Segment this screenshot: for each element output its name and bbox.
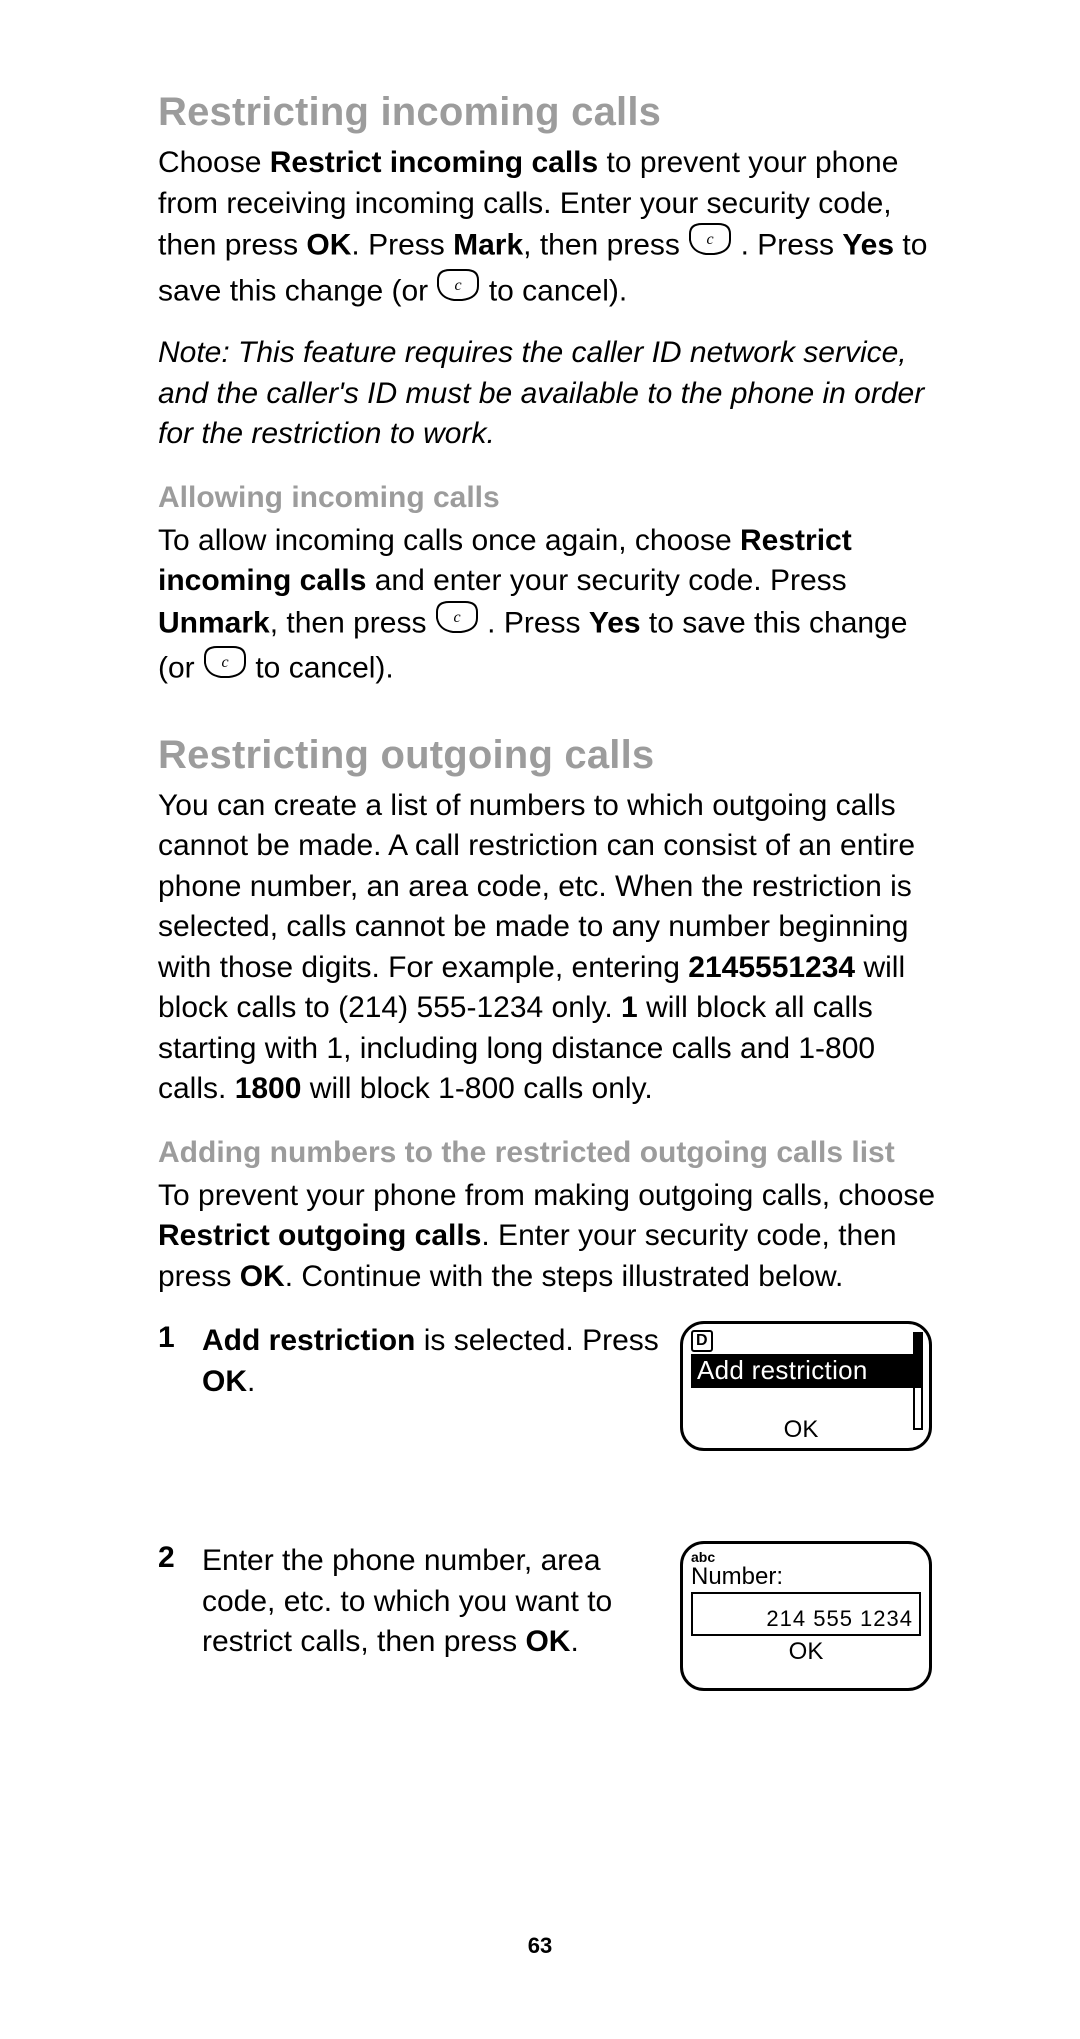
step-number: 2 <box>158 1541 202 1575</box>
phone-screen: abc Number: 214 555 1234 OK <box>680 1541 932 1691</box>
step-text: Add restriction is selected. Press OK. <box>202 1321 680 1402</box>
page-number: 63 <box>0 1933 1080 1959</box>
c-key-icon: c <box>203 645 247 691</box>
softkey-ok: OK <box>691 1638 921 1666</box>
text-mode-indicator-icon: abc <box>691 1550 921 1564</box>
svg-text:c: c <box>707 231 714 248</box>
subheading-adding-numbers: Adding numbers to the restricted outgoin… <box>158 1136 940 1170</box>
svg-text:c: c <box>455 277 462 294</box>
key-ok: OK <box>306 229 351 262</box>
step-1: 1 Add restriction is selected. Press OK.… <box>158 1321 940 1451</box>
key-unmark: Unmark <box>158 606 270 639</box>
key-yes: Yes <box>589 606 641 639</box>
para-outgoing-1: You can create a list of numbers to whic… <box>158 786 940 1110</box>
phone-screen: D Add restriction OK <box>680 1321 932 1451</box>
signal-indicator-icon: D <box>691 1330 713 1352</box>
para-incoming-1: Choose Restrict incoming calls to preven… <box>158 143 940 315</box>
input-value: 214 555 1234 <box>766 1606 913 1632</box>
c-key-icon: c <box>436 268 480 314</box>
step-number: 1 <box>158 1321 202 1355</box>
para-allowing: To allow incoming calls once again, choo… <box>158 521 940 693</box>
step-2: 2 Enter the phone number, area code, etc… <box>158 1541 940 1691</box>
subheading-allowing-incoming: Allowing incoming calls <box>158 481 940 515</box>
c-key-icon: c <box>688 222 732 268</box>
heading-restricting-incoming: Restricting incoming calls <box>158 90 940 135</box>
page: Restricting incoming calls Choose Restri… <box>0 0 1080 2039</box>
field-label-number: Number: <box>691 1564 921 1590</box>
key-ok: OK <box>240 1260 285 1293</box>
c-key-icon: c <box>435 600 479 646</box>
number-input: 214 555 1234 <box>691 1592 921 1636</box>
step-text: Enter the phone number, area code, etc. … <box>202 1541 680 1663</box>
heading-restricting-outgoing: Restricting outgoing calls <box>158 733 940 778</box>
note-caller-id: Note: This feature requires the caller I… <box>158 333 940 455</box>
figure-add-restriction: D Add restriction OK <box>680 1321 940 1451</box>
key-ok: OK <box>525 1625 570 1658</box>
key-mark: Mark <box>453 229 523 262</box>
svg-text:c: c <box>221 654 228 671</box>
scrollbar-thumb <box>915 1334 921 1368</box>
para-outgoing-2: To prevent your phone from making outgoi… <box>158 1176 940 1298</box>
softkey-ok: OK <box>683 1416 919 1444</box>
svg-text:c: c <box>453 609 460 626</box>
figure-number-entry: abc Number: 214 555 1234 OK <box>680 1541 940 1691</box>
term-restrict-incoming: Restrict incoming calls <box>270 146 598 179</box>
steps-list: 1 Add restriction is selected. Press OK.… <box>158 1321 940 1691</box>
key-ok: OK <box>202 1365 247 1398</box>
key-yes: Yes <box>842 229 894 262</box>
term-restrict-outgoing: Restrict outgoing calls <box>158 1219 481 1252</box>
menu-item-add-restriction: Add restriction <box>691 1354 921 1388</box>
